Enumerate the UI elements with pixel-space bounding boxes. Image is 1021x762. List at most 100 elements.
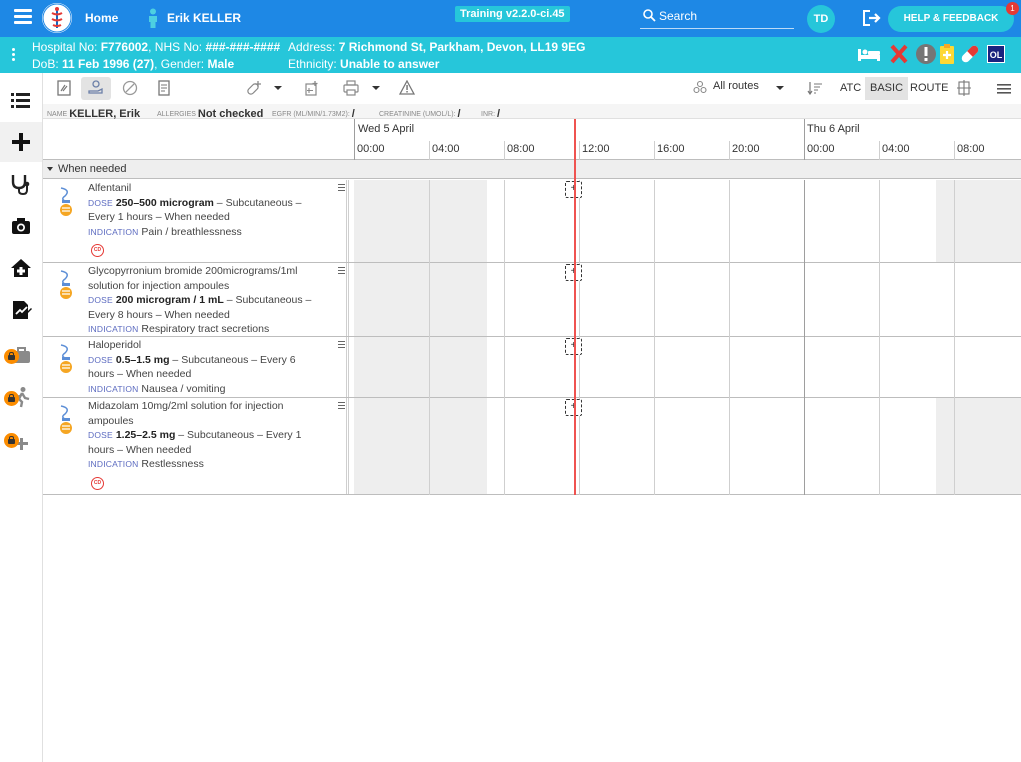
notification-badge[interactable]: 1: [1006, 2, 1019, 15]
hour-gridline: [729, 398, 730, 495]
ol-badge[interactable]: OL: [987, 45, 1005, 63]
warnings-button[interactable]: [392, 77, 422, 100]
medication-dose-line: DOSE 250–500 microgram – Subcutaneous –: [88, 196, 313, 211]
warning-circle-icon[interactable]: [915, 43, 937, 65]
separator: ,: [154, 57, 158, 71]
medication-row[interactable]: Alfentanil DOSE 250–500 microgram – Subc…: [43, 180, 1021, 263]
sidebar-item-home-care[interactable]: [0, 248, 42, 288]
hour-divider: [579, 141, 580, 160]
view-chart-button[interactable]: [49, 77, 79, 100]
medication-info[interactable]: Midazolam 10mg/2ml solution for injectio…: [43, 398, 349, 494]
sidebar-item-locked-briefcase[interactable]: [0, 335, 42, 375]
bed-icon[interactable]: [857, 43, 880, 65]
group-when-needed[interactable]: When needed: [43, 160, 1021, 179]
plus-icon: [12, 133, 30, 151]
search-label: Search: [659, 9, 698, 23]
add-order-button[interactable]: [297, 77, 327, 100]
medication-row[interactable]: Glycopyrronium bromide 200micrograms/1ml…: [43, 263, 1021, 337]
sidebar-item-locked-walking[interactable]: [0, 377, 42, 417]
route: – Subcutaneous – Every 6: [169, 353, 296, 366]
hour-label: 12:00: [582, 143, 610, 155]
hour-label: 04:00: [882, 143, 910, 155]
syringe-prn-icon: [57, 343, 75, 380]
hour-label: 00:00: [807, 143, 835, 155]
lock-icon: [4, 433, 19, 448]
timeline-header: Wed 5 April Thu 6 April 00:00 04:00 08:0…: [43, 119, 1021, 160]
sidebar-item-clinical[interactable]: [0, 164, 42, 204]
medication-info[interactable]: Alfentanil DOSE 250–500 microgram – Subc…: [43, 180, 349, 262]
user-avatar[interactable]: TD: [807, 5, 835, 33]
print-dropdown-icon[interactable]: [372, 86, 380, 90]
routes-dropdown-icon[interactable]: [776, 86, 784, 90]
add-prescription-button[interactable]: [239, 77, 269, 100]
indication-value: Nausea / vomiting: [141, 382, 226, 395]
collapse-caret-icon[interactable]: [47, 167, 53, 171]
logout-icon[interactable]: [862, 9, 882, 32]
sort-icon[interactable]: [807, 81, 823, 100]
past-period: [354, 398, 487, 494]
route-toggle[interactable]: ROUTE: [905, 77, 954, 100]
day-gridline: [804, 263, 805, 337]
left-sidebar: [0, 73, 43, 762]
basic-toggle[interactable]: BASIC: [865, 77, 909, 100]
pill-icon[interactable]: [959, 43, 981, 65]
more-menu-icon[interactable]: [997, 82, 1011, 100]
day-label: Wed 5 April: [358, 123, 415, 135]
clipboard-icon[interactable]: [939, 43, 961, 65]
hour-label: 08:00: [957, 143, 985, 155]
medication-info[interactable]: Haloperidol DOSE 0.5–1.5 mg – Subcutaneo…: [43, 337, 349, 397]
medication-dose-line: DOSE 0.5–1.5 mg – Subcutaneous – Every 6: [88, 353, 313, 368]
add-prescription-dropdown-icon[interactable]: [274, 86, 282, 90]
help-feedback-button[interactable]: HELP & FEEDBACK: [888, 6, 1014, 32]
hour-gridline: [879, 398, 880, 495]
current-time-line: [574, 119, 576, 495]
indication-value: Respiratory tract secretions: [141, 323, 270, 336]
expand-icon[interactable]: [957, 80, 971, 101]
hospital-no-label: Hospital No:: [32, 40, 98, 54]
medication-row[interactable]: Haloperidol DOSE 0.5–1.5 mg – Subcutaneo…: [43, 337, 1021, 398]
indication-label: INDICATION: [88, 459, 139, 470]
sidebar-item-locked-add[interactable]: [0, 428, 42, 468]
gender-label: Gender:: [160, 57, 205, 71]
app-logo[interactable]: [42, 3, 72, 33]
medication-dose-line: DOSE 200 microgram / 1 mL – Subcutaneous…: [88, 293, 313, 308]
medication-details: Midazolam 10mg/2ml solution for injectio…: [88, 399, 313, 472]
sidebar-item-add[interactable]: [0, 122, 42, 162]
close-alert-icon[interactable]: [890, 43, 912, 65]
row-menu-icon[interactable]: [338, 184, 345, 193]
past-period: [354, 180, 487, 262]
row-menu-icon[interactable]: [338, 267, 345, 276]
view-administration-button[interactable]: [81, 77, 111, 100]
sidebar-item-camera[interactable]: [0, 206, 42, 246]
print-button[interactable]: [336, 77, 366, 100]
lock-icon: [4, 349, 19, 364]
row-menu-icon[interactable]: [338, 341, 345, 350]
indication-label: INDICATION: [88, 324, 139, 335]
view-discontinued-button[interactable]: [115, 77, 145, 100]
dose-label: DOSE: [88, 197, 113, 208]
search-icon: [643, 9, 656, 27]
more-vert-icon[interactable]: [12, 48, 16, 63]
info-name: NAME KELLER, Erik: [47, 107, 140, 120]
frequency: Every 8 hours – When needed: [88, 308, 230, 321]
medication-name: Alfentanil: [88, 182, 132, 194]
hour-divider: [504, 141, 505, 160]
medication-info[interactable]: Glycopyrronium bromide 200micrograms/1ml…: [43, 263, 349, 336]
nav-patient-name[interactable]: Erik KELLER: [167, 11, 241, 25]
sidebar-item-documents[interactable]: [0, 290, 42, 330]
indication-label: INDICATION: [88, 226, 139, 237]
routes-select[interactable]: All routes: [713, 80, 759, 92]
nav-home[interactable]: Home: [85, 11, 118, 25]
medication-row[interactable]: Midazolam 10mg/2ml solution for injectio…: [43, 398, 1021, 495]
sidebar-item-list[interactable]: [0, 80, 42, 120]
menu-icon[interactable]: [14, 9, 32, 27]
chart-page-icon: [57, 80, 71, 96]
creatinine-label: CREATININE (UMOL/L): [379, 111, 454, 118]
search-input[interactable]: Search: [640, 5, 794, 29]
hour-gridline: [654, 263, 655, 337]
view-notes-button[interactable]: [149, 77, 179, 100]
hour-gridline: [429, 263, 430, 337]
atc-toggle[interactable]: ATC: [835, 77, 866, 100]
row-menu-icon[interactable]: [338, 402, 345, 411]
hour-gridline: [729, 337, 730, 398]
